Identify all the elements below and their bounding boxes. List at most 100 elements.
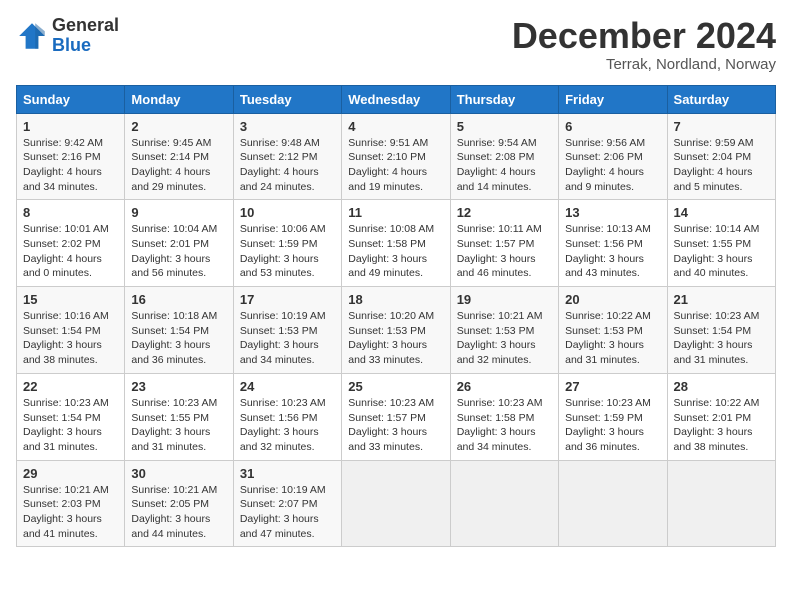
day-info: Sunrise: 9:42 AMSunset: 2:16 PMDaylight:… (23, 136, 118, 195)
calendar-cell: 4 Sunrise: 9:51 AMSunset: 2:10 PMDaylight… (342, 113, 450, 200)
calendar-cell: 20 Sunrise: 10:22 AMSunset: 1:53 PMDaylig… (559, 287, 667, 374)
day-number: 4 (348, 119, 443, 134)
calendar-cell: 24 Sunrise: 10:23 AMSunset: 1:56 PMDaylig… (233, 373, 341, 460)
header-friday: Friday (559, 85, 667, 113)
day-number: 30 (131, 466, 226, 481)
calendar-cell: 1 Sunrise: 9:42 AMSunset: 2:16 PMDaylight… (17, 113, 125, 200)
day-info: Sunrise: 10:01 AMSunset: 2:02 PMDaylight… (23, 222, 118, 281)
day-info: Sunrise: 10:19 AMSunset: 1:53 PMDaylight… (240, 309, 335, 368)
day-number: 31 (240, 466, 335, 481)
calendar-cell: 31 Sunrise: 10:19 AMSunset: 2:07 PMDaylig… (233, 460, 341, 547)
day-number: 29 (23, 466, 118, 481)
calendar-cell: 7Sunrise: 9:59 AMSunset: 2:04 PMDaylight… (667, 113, 775, 200)
day-info: Sunrise: 10:23 AMSunset: 1:56 PMDaylight… (240, 396, 335, 455)
calendar-cell (450, 460, 558, 547)
day-info: Sunrise: 10:18 AMSunset: 1:54 PMDaylight… (131, 309, 226, 368)
calendar-cell: 18 Sunrise: 10:20 AMSunset: 1:53 PMDaylig… (342, 287, 450, 374)
day-number: 22 (23, 379, 118, 394)
day-info: Sunrise: 10:16 AMSunset: 1:54 PMDaylight… (23, 309, 118, 368)
calendar-cell: 11Sunrise: 10:08 AMSunset: 1:58 PMDaylig… (342, 200, 450, 287)
calendar-cell: 21 Sunrise: 10:23 AMSunset: 1:54 PMDaylig… (667, 287, 775, 374)
day-info: Sunrise: 9:48 AMSunset: 2:12 PMDaylight:… (240, 136, 335, 195)
day-info: Sunrise: 9:51 AMSunset: 2:10 PMDaylight:… (348, 136, 443, 195)
day-info: Sunrise: 10:23 AMSunset: 1:54 PMDaylight… (674, 309, 769, 368)
calendar-cell: 29Sunrise: 10:21 AMSunset: 2:03 PMDaylig… (17, 460, 125, 547)
day-info: Sunrise: 10:23 AMSunset: 1:58 PMDaylight… (457, 396, 552, 455)
header-monday: Monday (125, 85, 233, 113)
header-tuesday: Tuesday (233, 85, 341, 113)
calendar-cell: 25Sunrise: 10:23 AMSunset: 1:57 PMDaylig… (342, 373, 450, 460)
day-info: Sunrise: 10:22 AMSunset: 1:53 PMDaylight… (565, 309, 660, 368)
logo: General Blue (16, 16, 119, 56)
header-saturday: Saturday (667, 85, 775, 113)
day-number: 15 (23, 292, 118, 307)
day-info: Sunrise: 10:13 AMSunset: 1:56 PMDaylight… (565, 222, 660, 281)
day-number: 9 (131, 205, 226, 220)
day-number: 6 (565, 119, 660, 134)
day-info: Sunrise: 10:14 AMSunset: 1:55 PMDaylight… (674, 222, 769, 281)
day-info: Sunrise: 10:20 AMSunset: 1:53 PMDaylight… (348, 309, 443, 368)
day-info: Sunrise: 10:22 AMSunset: 2:01 PMDaylight… (674, 396, 769, 455)
day-number: 25 (348, 379, 443, 394)
calendar-cell: 26 Sunrise: 10:23 AMSunset: 1:58 PMDaylig… (450, 373, 558, 460)
day-number: 12 (457, 205, 552, 220)
day-number: 24 (240, 379, 335, 394)
calendar-cell: 8Sunrise: 10:01 AMSunset: 2:02 PMDayligh… (17, 200, 125, 287)
day-number: 5 (457, 119, 552, 134)
day-number: 18 (348, 292, 443, 307)
day-number: 26 (457, 379, 552, 394)
header-sunday: Sunday (17, 85, 125, 113)
calendar-cell: 19Sunrise: 10:21 AMSunset: 1:53 PMDaylig… (450, 287, 558, 374)
day-number: 17 (240, 292, 335, 307)
day-info: Sunrise: 10:23 AMSunset: 1:54 PMDaylight… (23, 396, 118, 455)
day-number: 2 (131, 119, 226, 134)
calendar-week-5: 29Sunrise: 10:21 AMSunset: 2:03 PMDaylig… (17, 460, 776, 547)
calendar-cell: 28Sunrise: 10:22 AMSunset: 2:01 PMDaylig… (667, 373, 775, 460)
logo-text: General Blue (52, 16, 119, 56)
calendar-cell: 30 Sunrise: 10:21 AMSunset: 2:05 PMDaylig… (125, 460, 233, 547)
calendar-cell (667, 460, 775, 547)
calendar-cell: 5 Sunrise: 9:54 AMSunset: 2:08 PMDaylight… (450, 113, 558, 200)
day-number: 7 (674, 119, 769, 134)
day-info: Sunrise: 9:54 AMSunset: 2:08 PMDaylight:… (457, 136, 552, 195)
calendar-cell: 14 Sunrise: 10:14 AMSunset: 1:55 PMDaylig… (667, 200, 775, 287)
location: Terrak, Nordland, Norway (512, 56, 776, 73)
calendar-cell (559, 460, 667, 547)
calendar-week-1: 1 Sunrise: 9:42 AMSunset: 2:16 PMDaylight… (17, 113, 776, 200)
calendar-cell: 15 Sunrise: 10:16 AMSunset: 1:54 PMDaylig… (17, 287, 125, 374)
calendar-cell: 16 Sunrise: 10:18 AMSunset: 1:54 PMDaylig… (125, 287, 233, 374)
day-number: 21 (674, 292, 769, 307)
calendar-header-row: SundayMondayTuesdayWednesdayThursdayFrid… (17, 85, 776, 113)
day-info: Sunrise: 10:06 AMSunset: 1:59 PMDaylight… (240, 222, 335, 281)
day-number: 13 (565, 205, 660, 220)
day-number: 20 (565, 292, 660, 307)
day-info: Sunrise: 10:21 AMSunset: 2:05 PMDaylight… (131, 483, 226, 542)
calendar-cell: 17 Sunrise: 10:19 AMSunset: 1:53 PMDaylig… (233, 287, 341, 374)
month-year: December 2024 (512, 16, 776, 56)
day-info: Sunrise: 10:04 AMSunset: 2:01 PMDaylight… (131, 222, 226, 281)
day-number: 16 (131, 292, 226, 307)
calendar-cell: 6Sunrise: 9:56 AMSunset: 2:06 PMDaylight… (559, 113, 667, 200)
logo-icon (16, 20, 48, 52)
day-info: Sunrise: 10:11 AMSunset: 1:57 PMDaylight… (457, 222, 552, 281)
header-thursday: Thursday (450, 85, 558, 113)
calendar-cell: 27Sunrise: 10:23 AMSunset: 1:59 PMDaylig… (559, 373, 667, 460)
calendar-week-4: 22 Sunrise: 10:23 AMSunset: 1:54 PMDaylig… (17, 373, 776, 460)
day-info: Sunrise: 10:19 AMSunset: 2:07 PMDaylight… (240, 483, 335, 542)
calendar-week-2: 8Sunrise: 10:01 AMSunset: 2:02 PMDayligh… (17, 200, 776, 287)
day-number: 1 (23, 119, 118, 134)
calendar-cell: 3 Sunrise: 9:48 AMSunset: 2:12 PMDaylight… (233, 113, 341, 200)
calendar-table: SundayMondayTuesdayWednesdayThursdayFrid… (16, 85, 776, 548)
day-number: 27 (565, 379, 660, 394)
day-number: 23 (131, 379, 226, 394)
day-number: 3 (240, 119, 335, 134)
calendar-cell: 22 Sunrise: 10:23 AMSunset: 1:54 PMDaylig… (17, 373, 125, 460)
day-info: Sunrise: 10:21 AMSunset: 1:53 PMDaylight… (457, 309, 552, 368)
calendar-cell: 13 Sunrise: 10:13 AMSunset: 1:56 PMDaylig… (559, 200, 667, 287)
day-info: Sunrise: 9:45 AMSunset: 2:14 PMDaylight:… (131, 136, 226, 195)
calendar-cell: 2 Sunrise: 9:45 AMSunset: 2:14 PMDaylight… (125, 113, 233, 200)
day-info: Sunrise: 10:23 AMSunset: 1:55 PMDaylight… (131, 396, 226, 455)
day-info: Sunrise: 10:08 AMSunset: 1:58 PMDaylight… (348, 222, 443, 281)
calendar-cell: 12 Sunrise: 10:11 AMSunset: 1:57 PMDaylig… (450, 200, 558, 287)
day-number: 14 (674, 205, 769, 220)
